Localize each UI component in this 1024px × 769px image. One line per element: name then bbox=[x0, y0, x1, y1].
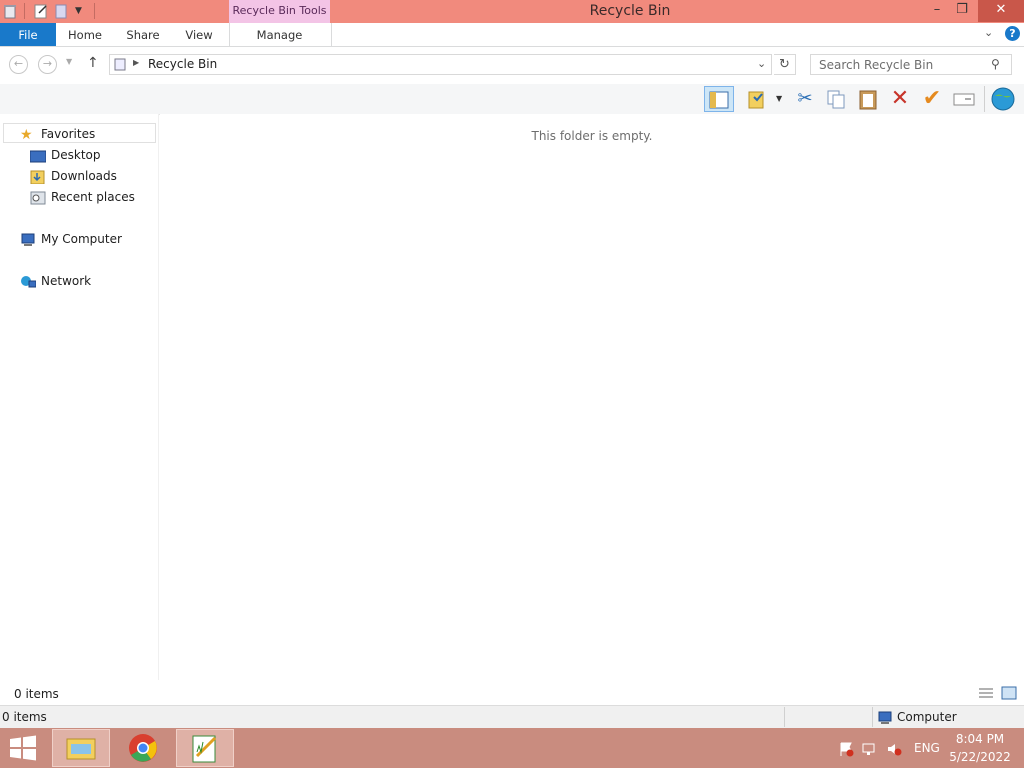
star-icon: ★ bbox=[20, 126, 33, 143]
nav-item-label: Desktop bbox=[51, 148, 101, 162]
bottom-item-count: 0 items bbox=[2, 710, 47, 724]
nav-item-desktop[interactable]: Desktop bbox=[29, 145, 101, 165]
folder-options-icon[interactable] bbox=[743, 86, 771, 112]
clock-date[interactable]: 5/22/2022 bbox=[948, 750, 1012, 764]
help-icon[interactable]: ? bbox=[1005, 26, 1020, 41]
window-title: Recycle Bin bbox=[589, 3, 671, 19]
separator bbox=[872, 707, 873, 727]
empty-folder-message: This folder is empty. bbox=[531, 129, 653, 143]
recycle-bin-icon bbox=[114, 58, 126, 74]
large-icons-view-icon[interactable] bbox=[1001, 686, 1017, 700]
tab-share[interactable]: Share bbox=[120, 23, 166, 46]
language-indicator[interactable]: ENG bbox=[914, 741, 940, 755]
breadcrumb-chevron-icon[interactable]: ▶ bbox=[133, 58, 139, 67]
check-icon[interactable]: ✔ bbox=[918, 86, 946, 112]
delete-icon[interactable]: ✕ bbox=[886, 86, 914, 112]
cut-icon[interactable]: ✂ bbox=[791, 86, 819, 112]
nav-item-my-computer[interactable]: My Computer bbox=[20, 229, 122, 249]
taskbar-chrome[interactable] bbox=[114, 729, 172, 767]
address-bar[interactable]: ▶ Recycle Bin ⌄ bbox=[109, 54, 772, 75]
details-view-icon[interactable] bbox=[978, 686, 994, 700]
rename-icon[interactable] bbox=[950, 86, 978, 112]
separator bbox=[784, 707, 785, 727]
address-dropdown-icon[interactable]: ⌄ bbox=[757, 57, 766, 70]
tab-view[interactable]: View bbox=[176, 23, 222, 46]
network-status-icon[interactable] bbox=[862, 741, 878, 757]
recent-places-icon bbox=[30, 191, 46, 205]
nav-item-label: My Computer bbox=[41, 232, 122, 246]
nav-item-label: Recent places bbox=[51, 190, 135, 204]
nav-favorites-label: Favorites bbox=[41, 127, 96, 141]
search-placeholder: Search Recycle Bin bbox=[819, 58, 934, 72]
desktop-icon bbox=[29, 149, 47, 163]
tab-home[interactable]: Home bbox=[62, 23, 108, 46]
back-icon[interactable]: ← bbox=[9, 55, 28, 74]
close-button[interactable]: ✕ bbox=[978, 0, 1024, 22]
item-count: 0 items bbox=[14, 687, 59, 701]
location-zone: Computer bbox=[897, 710, 957, 724]
taskbar-notepad[interactable] bbox=[176, 729, 234, 767]
status-bar bbox=[0, 684, 1024, 704]
tab-file[interactable]: File bbox=[0, 23, 56, 46]
nav-item-recent-places[interactable]: Recent places bbox=[30, 187, 135, 207]
refresh-icon[interactable]: ↻ bbox=[774, 54, 796, 75]
nav-favorites[interactable]: ★ Favorites bbox=[3, 123, 156, 143]
nav-item-label: Network bbox=[41, 274, 92, 288]
restore-button[interactable]: ❐ bbox=[947, 0, 977, 22]
file-list-area[interactable] bbox=[160, 114, 1024, 680]
recent-locations-icon[interactable]: ▼ bbox=[66, 57, 72, 66]
breadcrumb-path[interactable]: Recycle Bin bbox=[148, 57, 217, 71]
paste-icon[interactable] bbox=[854, 86, 882, 112]
computer-icon bbox=[877, 711, 893, 725]
preview-pane-icon[interactable] bbox=[704, 86, 734, 112]
action-center-flag-icon[interactable] bbox=[838, 741, 854, 757]
details-status-bar bbox=[0, 705, 1024, 729]
clock-time[interactable]: 8:04 PM bbox=[948, 732, 1012, 746]
forward-icon[interactable]: → bbox=[38, 55, 57, 74]
copy-icon[interactable] bbox=[822, 86, 850, 112]
ribbon-expand-icon[interactable]: ⌄ bbox=[984, 26, 993, 39]
up-icon[interactable]: ↑ bbox=[87, 55, 99, 71]
nav-item-label: Downloads bbox=[51, 169, 117, 183]
nav-item-network[interactable]: Network bbox=[20, 271, 91, 291]
network-icon bbox=[20, 275, 37, 289]
folder-options-dropdown-icon[interactable]: ▼ bbox=[776, 94, 782, 103]
tab-manage[interactable]: Manage bbox=[229, 23, 330, 46]
nav-item-downloads[interactable]: Downloads bbox=[30, 166, 117, 186]
separator bbox=[984, 86, 985, 112]
downloads-folder-icon bbox=[30, 170, 46, 184]
search-icon[interactable]: ⚲ bbox=[991, 57, 1000, 71]
taskbar-file-explorer[interactable] bbox=[52, 729, 110, 767]
world-icon[interactable] bbox=[989, 86, 1017, 112]
start-button[interactable] bbox=[9, 735, 37, 761]
search-input[interactable]: Search Recycle Bin ⚲ bbox=[810, 54, 1012, 75]
volume-muted-icon[interactable] bbox=[886, 741, 902, 757]
computer-icon bbox=[20, 233, 36, 247]
